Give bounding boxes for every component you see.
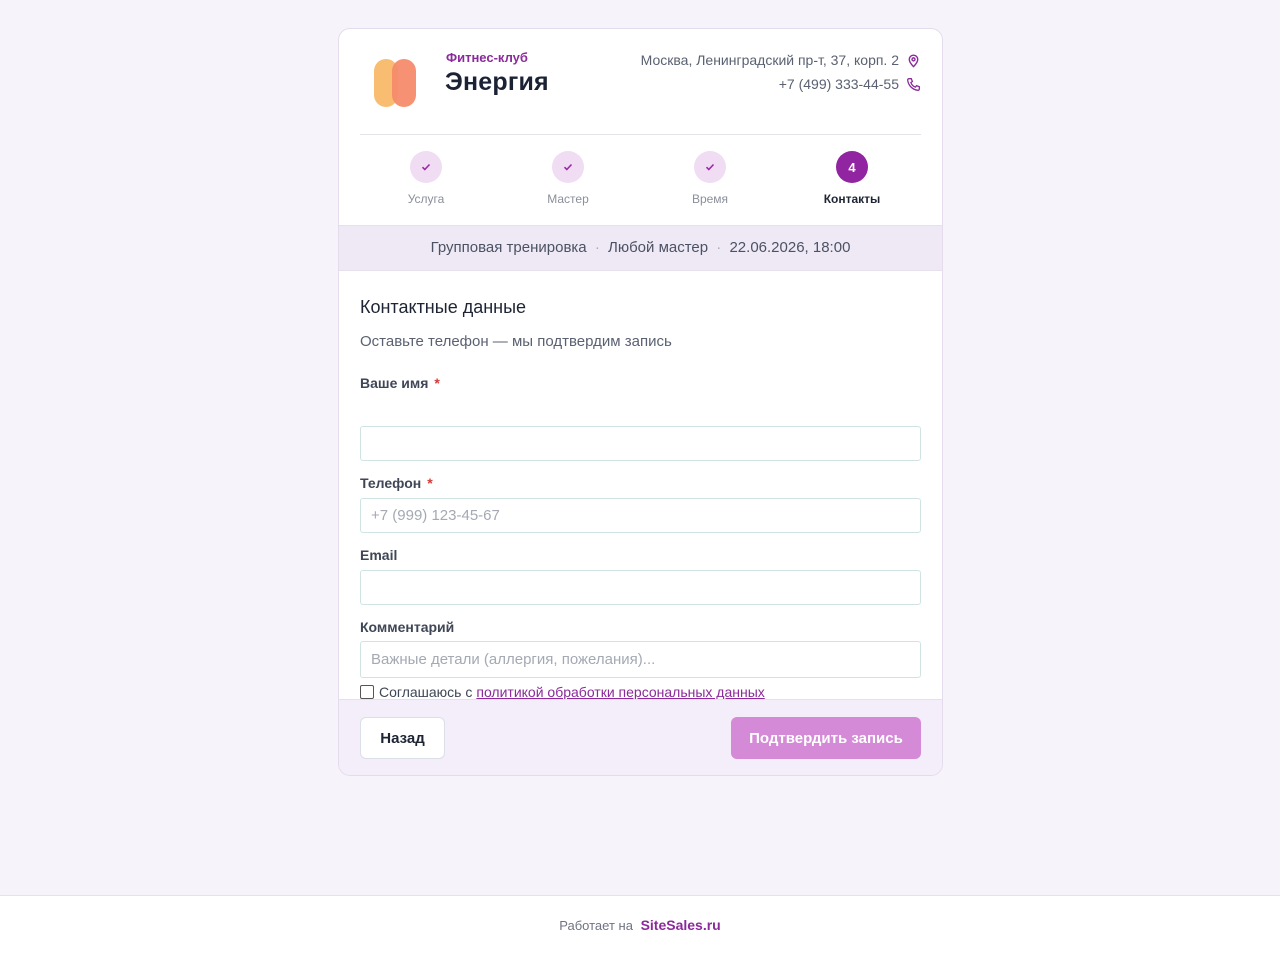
club-phone[interactable]: +7 (499) 333-44-55 [621, 75, 921, 93]
step-label: Услуга [407, 192, 445, 206]
summary-datetime: 22.06.2026, 18:00 [729, 239, 851, 256]
club-subtitle: Фитнес-клуб [446, 50, 528, 65]
club-name: Энергия [445, 68, 549, 96]
summary-service: Групповая тренировка [430, 239, 587, 256]
phone-input[interactable] [360, 498, 921, 533]
form-actions: Назад Подтвердить запись [339, 699, 942, 775]
step-contacts: 4 Контакты [797, 151, 907, 206]
step-label: Контакты [823, 192, 881, 206]
step-done-circle [552, 151, 584, 183]
check-icon [705, 163, 715, 171]
club-phone-text[interactable]: +7 (499) 333-44-55 [779, 76, 899, 92]
step-done-circle [694, 151, 726, 183]
step-time[interactable]: Время [655, 151, 765, 206]
name-input[interactable] [360, 426, 921, 461]
sitesales-link[interactable]: SiteSales.ru [641, 917, 721, 933]
booking-card: Фитнес-клуб Энергия Москва, Ленинградски… [338, 28, 943, 776]
form-subtitle: Оставьте телефон — мы подтвердим запись [360, 333, 672, 350]
privacy-policy-link[interactable]: политикой обработки персональных данных [476, 684, 764, 700]
phone-icon [907, 78, 920, 91]
summary-separator: · [594, 239, 600, 256]
booking-steps: Услуга Мастер Время 4 Контакты [360, 135, 921, 225]
step-label: Мастер [547, 192, 589, 206]
comment-input[interactable] [360, 641, 921, 678]
summary-separator: · [716, 239, 722, 256]
location-pin-icon [908, 54, 919, 68]
phone-label: Телефон * [360, 475, 433, 491]
club-logo [374, 59, 418, 107]
required-mark: * [434, 375, 440, 391]
required-mark: * [427, 475, 433, 491]
step-number: 4 [836, 151, 868, 183]
page-footer: Работает на SiteSales.ru [0, 895, 1280, 954]
step-label: Время [691, 192, 729, 206]
summary-master: Любой мастер [608, 239, 709, 256]
back-button[interactable]: Назад [360, 717, 445, 759]
club-header: Фитнес-клуб Энергия Москва, Ленинградски… [360, 29, 921, 135]
step-master[interactable]: Мастер [513, 151, 623, 206]
consent-text: Соглашаюсь с [379, 684, 473, 700]
comment-label: Комментарий [360, 619, 455, 635]
consent-checkbox[interactable] [360, 685, 374, 699]
step-done-circle [410, 151, 442, 183]
email-input[interactable] [360, 570, 921, 605]
powered-by-text: Работает на [559, 918, 633, 933]
consent-row: Соглашаюсь с политикой обработки персона… [360, 684, 765, 700]
check-icon [421, 163, 431, 171]
club-contacts: Москва, Ленинградский пр-т, 37, корп. 2 … [621, 51, 921, 93]
club-address-text: Москва, Ленинградский пр-т, 37, корп. 2 [640, 52, 899, 68]
email-label: Email [360, 547, 398, 563]
booking-summary: Групповая тренировка · Любой мастер · 22… [339, 225, 942, 271]
form-title: Контактные данные [360, 297, 527, 317]
step-service[interactable]: Услуга [371, 151, 481, 206]
check-icon [563, 163, 573, 171]
confirm-booking-button[interactable]: Подтвердить запись [731, 717, 921, 759]
club-address: Москва, Ленинградский пр-т, 37, корп. 2 [621, 51, 921, 69]
name-label: Ваше имя * [360, 375, 440, 391]
